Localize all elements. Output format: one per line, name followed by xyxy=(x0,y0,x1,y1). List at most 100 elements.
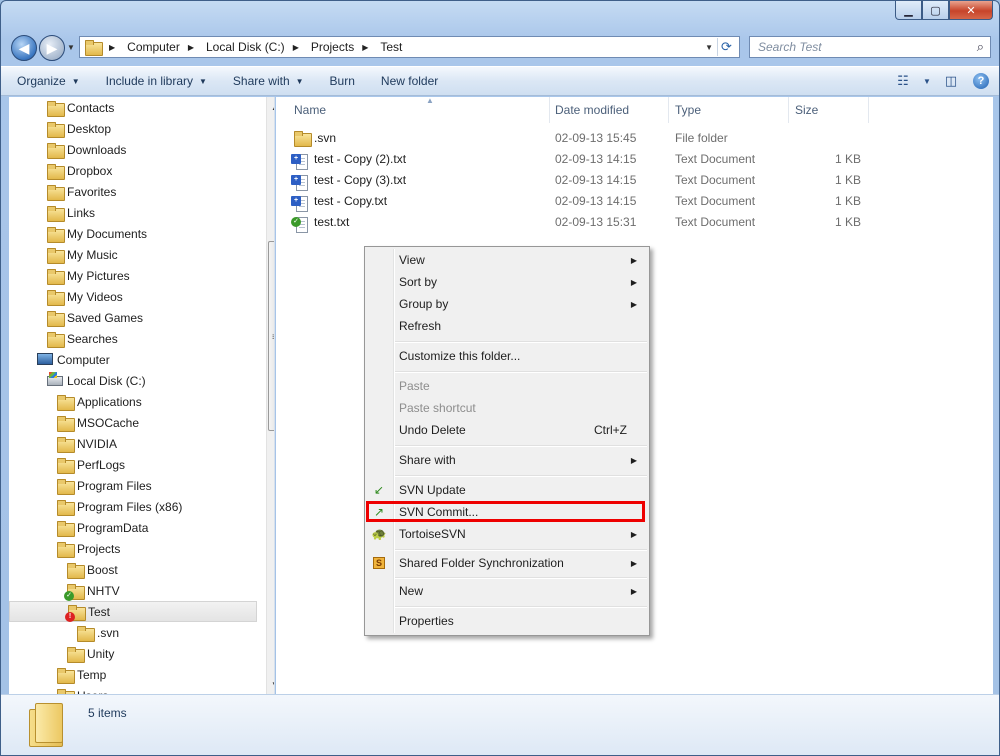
chevron-right-icon[interactable]: ▶ xyxy=(109,43,115,52)
chevron-right-icon[interactable]: ▶ xyxy=(188,43,194,52)
address-dropdown-icon[interactable]: ▼ xyxy=(705,43,713,52)
tree-item[interactable]: ✓ NHTV xyxy=(64,580,120,601)
minimize-button[interactable]: ▁ xyxy=(895,1,922,20)
chevron-right-icon[interactable]: ▶ xyxy=(362,43,368,52)
tree-item[interactable]: Program Files xyxy=(57,475,152,496)
tree-item[interactable]: Boost xyxy=(67,559,118,580)
tree-item[interactable]: Projects xyxy=(57,538,120,559)
scroll-down-icon[interactable]: ▼ xyxy=(267,676,274,692)
menu-item-customize-folder[interactable]: Customize this folder... xyxy=(367,345,647,367)
nav-scrollbar[interactable]: ▲ ≡ ▼ xyxy=(266,97,274,694)
menu-item-paste-shortcut: Paste shortcut xyxy=(399,401,476,415)
forward-button[interactable]: ▶ xyxy=(39,35,65,61)
share-with-button[interactable]: Share with ▼ xyxy=(217,74,314,88)
tree-item[interactable]: Applications xyxy=(57,391,142,412)
menu-item-shared-folder-sync[interactable]: S Shared Folder Synchronization ▶ xyxy=(367,552,647,574)
tree-item[interactable]: Contacts xyxy=(47,97,114,118)
tree-item[interactable]: Links xyxy=(47,202,95,223)
menu-item-properties[interactable]: Properties xyxy=(367,610,647,632)
tree-item[interactable]: Favorites xyxy=(47,181,116,202)
tree-item[interactable]: Users xyxy=(57,685,108,694)
tree-item[interactable]: My Videos xyxy=(47,286,123,307)
chevron-right-icon: ▶ xyxy=(630,255,637,265)
tree-item[interactable]: Computer xyxy=(37,349,110,370)
details-pane: 5 items xyxy=(1,694,999,755)
breadcrumb-test[interactable]: Test xyxy=(380,40,402,54)
close-button[interactable]: ✕ xyxy=(949,1,993,20)
tree-item[interactable]: NVIDIA xyxy=(57,433,117,454)
search-icon[interactable]: ⌕ xyxy=(977,39,984,55)
refresh-icon[interactable]: ⟳ xyxy=(717,38,735,56)
tree-item[interactable]: .svn xyxy=(77,622,119,643)
breadcrumb-local-disk[interactable]: Local Disk (C:) xyxy=(206,40,285,54)
tree-item[interactable]: ! Test xyxy=(9,601,257,622)
tree-item-label: ProgramData xyxy=(77,520,149,535)
view-options-icon[interactable]: ☷ xyxy=(891,70,915,92)
menu-item-group-by[interactable]: Group by ▶ xyxy=(367,293,647,315)
chevron-right-icon[interactable]: ▶ xyxy=(293,43,299,52)
scroll-thumb[interactable]: ≡ xyxy=(268,241,274,431)
menu-item-share-with[interactable]: Share with ▶ xyxy=(367,449,647,471)
column-header-date[interactable]: Date modified xyxy=(549,97,669,123)
new-folder-button[interactable]: New folder xyxy=(365,74,448,88)
computer-icon xyxy=(37,352,53,368)
file-row[interactable]: ✓ test.txt 02-09-13 15:31 Text Document 1 KB xyxy=(276,212,876,233)
scroll-up-icon[interactable]: ▲ xyxy=(267,99,274,115)
organize-button[interactable]: Organize ▼ xyxy=(1,74,90,88)
tree-item[interactable]: ProgramData xyxy=(57,517,148,538)
menu-item-sort-by[interactable]: Sort by ▶ xyxy=(367,271,647,293)
help-icon[interactable]: ? xyxy=(973,73,989,89)
tree-item[interactable]: Unity xyxy=(67,643,114,664)
tree-item[interactable]: My Music xyxy=(47,244,118,265)
column-header-type[interactable]: Type xyxy=(669,97,789,123)
tree-item[interactable]: Dropbox xyxy=(47,160,112,181)
tree-item[interactable]: Desktop xyxy=(47,118,111,139)
menu-item-new[interactable]: New ▶ xyxy=(367,580,647,602)
tree-item[interactable]: PerfLogs xyxy=(57,454,125,475)
navigation-pane[interactable]: Contacts Desktop Downloads Dropbox Favorites… xyxy=(9,97,275,694)
file-row[interactable]: .svn 02-09-13 15:45 File folder xyxy=(276,128,876,149)
include-in-library-button[interactable]: Include in library ▼ xyxy=(90,74,217,88)
tree-item-label: Projects xyxy=(77,541,121,556)
chevron-right-icon: ▶ xyxy=(630,586,637,596)
burn-button[interactable]: Burn xyxy=(314,74,365,88)
back-button[interactable]: ◀ xyxy=(11,35,37,61)
breadcrumb-projects[interactable]: Projects xyxy=(311,40,354,54)
view-dropdown-icon[interactable]: ▼ xyxy=(921,70,933,92)
file-row[interactable]: + test - Copy.txt 02-09-13 14:15 Text Docum… xyxy=(276,191,876,212)
tree-item[interactable]: Program Files (x86) xyxy=(57,496,182,517)
menu-item-undo-delete[interactable]: Undo Delete Ctrl+Z xyxy=(367,419,647,441)
file-type: Text Document xyxy=(675,173,756,187)
file-row[interactable]: + test - Copy (2).txt 02-09-13 14:15 Text D… xyxy=(276,149,876,170)
pictures-folder-icon xyxy=(47,268,65,285)
tree-item[interactable]: Local Disk (C:) xyxy=(47,370,146,391)
column-header-name[interactable]: Name ▲ xyxy=(288,96,550,123)
search-input[interactable]: Search Test ⌕ xyxy=(749,36,991,58)
tree-item[interactable]: Saved Games xyxy=(47,307,143,328)
favorites-folder-icon xyxy=(47,184,65,201)
address-bar[interactable]: ▶ Computer ▶ Local Disk (C:) ▶ Projects … xyxy=(79,36,740,58)
file-row[interactable]: + test - Copy (3).txt 02-09-13 14:15 Text D… xyxy=(276,170,876,191)
menu-item-tortoisesvn[interactable]: 🐢 TortoiseSVN ▶ xyxy=(367,523,647,545)
tree-item-label: Boost xyxy=(87,562,118,577)
tree-item[interactable]: MSOCache xyxy=(57,412,139,433)
folder-icon xyxy=(67,646,85,663)
preview-pane-icon[interactable]: ◫ xyxy=(939,70,963,92)
shortcut-label: Ctrl+Z xyxy=(594,423,627,437)
tree-item[interactable]: My Documents xyxy=(47,223,147,244)
column-header-size[interactable]: Size xyxy=(789,97,869,123)
menu-item-view[interactable]: View ▶ xyxy=(367,249,647,271)
folder-icon xyxy=(67,562,85,579)
breadcrumb-computer[interactable]: Computer xyxy=(127,40,180,54)
sync-icon: S xyxy=(371,555,387,571)
recent-pages-dropdown-icon[interactable]: ▼ xyxy=(67,43,75,52)
menu-item-svn-update[interactable]: ↙ SVN Update xyxy=(367,479,647,501)
tree-item[interactable]: Searches xyxy=(47,328,118,349)
menu-item-refresh[interactable]: Refresh xyxy=(367,315,647,337)
file-date: 02-09-13 14:15 xyxy=(555,194,637,208)
tree-item[interactable]: My Pictures xyxy=(47,265,130,286)
tree-item[interactable]: Downloads xyxy=(47,139,126,160)
tree-item[interactable]: Temp xyxy=(57,664,106,685)
desktop-folder-icon xyxy=(47,121,65,138)
maximize-button[interactable]: ▢ xyxy=(922,1,949,20)
